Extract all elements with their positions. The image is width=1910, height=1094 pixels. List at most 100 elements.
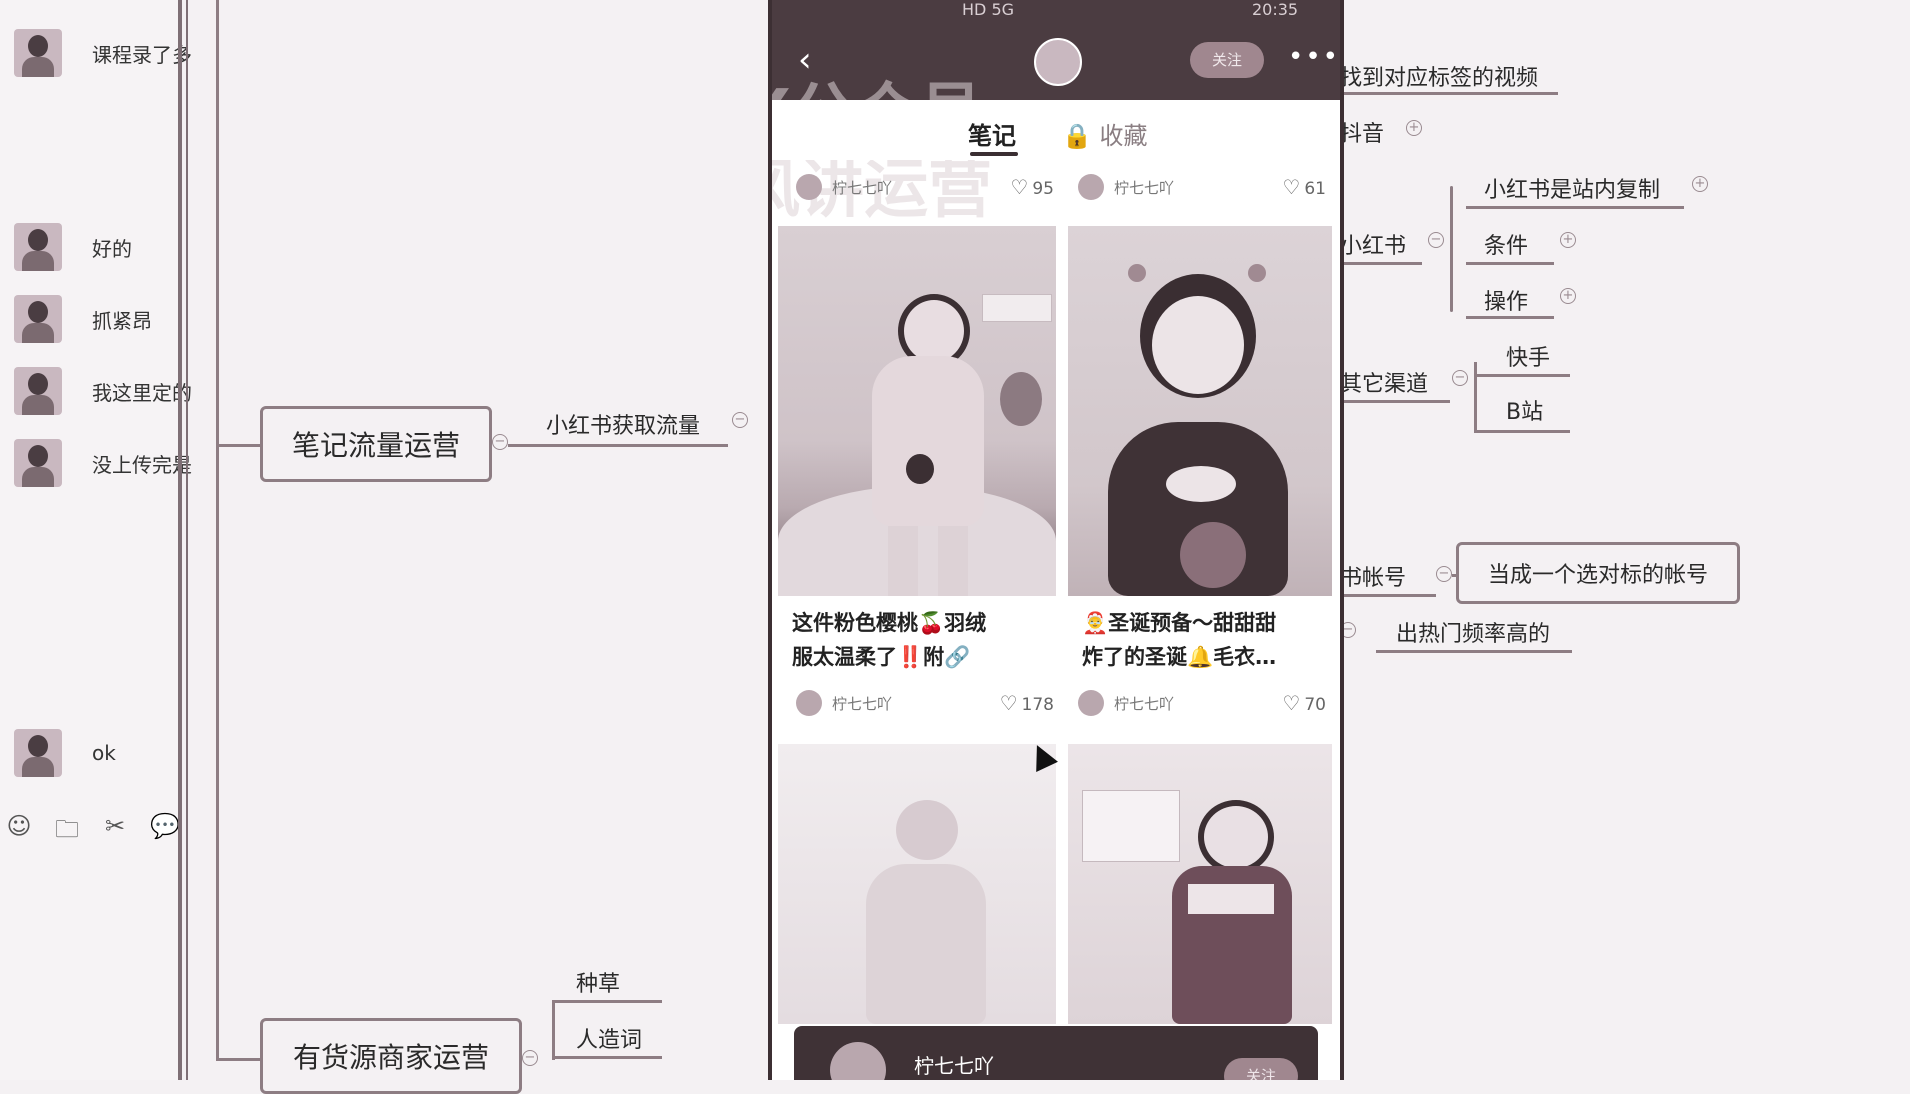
mindmap-connector	[552, 1056, 662, 1059]
mindmap-connector	[552, 1000, 662, 1003]
mindmap-connector	[216, 0, 219, 1060]
mindmap-node-bilibili[interactable]: B站	[1506, 394, 1543, 426]
follow-button[interactable]: 关注	[1224, 1058, 1298, 1080]
note-cover-image[interactable]	[1068, 226, 1332, 596]
collapse-icon[interactable]: −	[522, 1050, 538, 1066]
panel-divider[interactable]	[178, 0, 182, 1080]
expand-icon[interactable]: +	[1560, 232, 1576, 248]
collapse-icon[interactable]: −	[1436, 566, 1452, 582]
mindmap-node-coined-word[interactable]: 人造词	[576, 1022, 642, 1054]
mindmap-node-xhs-copy[interactable]: 小红书是站内复制	[1484, 172, 1660, 204]
like-count-value: 95	[1032, 179, 1054, 199]
expand-icon[interactable]: +	[1560, 288, 1576, 304]
note-title[interactable]: 这件粉色樱桃🍒羽绒 服太温柔了‼️附🔗	[792, 606, 1054, 674]
like-count[interactable]: ♡ 61	[1282, 175, 1326, 199]
avatar[interactable]	[14, 439, 62, 487]
avatar[interactable]	[14, 367, 62, 415]
avatar[interactable]	[14, 29, 62, 77]
scissors-icon[interactable]: ✂	[102, 812, 128, 853]
mindmap-node-note-traffic[interactable]: 笔记流量运营	[260, 406, 492, 482]
tab-favorites-label: 收藏	[1099, 122, 1148, 150]
tab-favorites[interactable]: 🔒 收藏	[1062, 116, 1148, 151]
mindmap-connector	[216, 1058, 260, 1061]
note-meta: 柠七七吖 ♡ 70	[1078, 690, 1326, 716]
chat-toolbar: ☺ 🗀 ✂ 💬	[6, 812, 180, 853]
mindmap-node-operation[interactable]: 操作	[1484, 284, 1528, 316]
avatar[interactable]	[796, 690, 822, 716]
tab-notes[interactable]: 笔记	[968, 116, 1016, 151]
expand-icon[interactable]: +	[1692, 176, 1708, 192]
mindmap-node-benchmark[interactable]: 当成一个选对标的帐号	[1456, 542, 1740, 604]
avatar[interactable]	[1078, 690, 1104, 716]
note-cover-image[interactable]	[778, 744, 1056, 1024]
chat-message-text: 好的	[92, 236, 132, 261]
avatar[interactable]	[1034, 38, 1082, 86]
mindmap-connector	[1474, 362, 1477, 432]
network-indicator: HD 5G	[962, 0, 1015, 19]
chat-message-text: 我这里定的	[92, 380, 192, 405]
avatar[interactable]	[796, 174, 822, 200]
folder-icon[interactable]: 🗀	[54, 812, 80, 853]
note-cover-image[interactable]	[1068, 744, 1332, 1024]
mindmap-node-condition[interactable]: 条件	[1484, 228, 1528, 260]
mindmap-node-xhs-traffic[interactable]: 小红书获取流量	[546, 408, 700, 440]
mindmap-connector	[1474, 374, 1570, 377]
note-title-line: 🤶圣诞预备～甜甜甜	[1082, 611, 1277, 635]
note-meta: 柠七七吖 ♡ 178	[796, 690, 1054, 716]
avatar[interactable]	[14, 729, 62, 777]
chat-message[interactable]: ok	[14, 728, 192, 778]
collapse-icon[interactable]: −	[1452, 370, 1468, 386]
author-name[interactable]: 柠七七吖	[1114, 177, 1174, 198]
follow-button[interactable]: 关注	[1190, 42, 1264, 78]
chat-message[interactable]: 我这里定的	[14, 366, 192, 416]
avatar[interactable]	[14, 295, 62, 343]
mindmap-connector	[1466, 316, 1554, 319]
chat-panel: 课程录了多 好的 抓紧昂 我这里定的 没上传完是 ok ☺ 🗀 ✂ 💬	[0, 0, 192, 1080]
note-title-line: 这件粉色樱桃🍒羽绒	[792, 611, 987, 635]
profile-name: 柠七七吖	[914, 1054, 994, 1078]
expand-icon[interactable]: +	[1406, 120, 1422, 136]
collapse-icon[interactable]: −	[492, 434, 508, 450]
mindmap-node-merchant[interactable]: 有货源商家运营	[260, 1018, 522, 1094]
like-count[interactable]: ♡ 70	[1282, 691, 1326, 715]
mindmap-node-hot-frequency[interactable]: 出热门频率高的	[1396, 616, 1550, 648]
mindmap-connector	[1340, 262, 1422, 265]
mindmap-connector	[1340, 594, 1436, 597]
note-cover-image[interactable]	[778, 226, 1056, 596]
chat-message[interactable]: 课程录了多	[14, 28, 192, 78]
phone-screen: HD 5G 20:35 ‹ 关注 ••• VX公众号 和风讲运营 笔记 🔒 收藏…	[768, 0, 1344, 1080]
chat-message[interactable]: 好的	[14, 222, 192, 272]
note-meta: 柠七七吖 ♡ 61	[1078, 174, 1326, 200]
avatar[interactable]	[14, 223, 62, 271]
mindmap-node-kuaishou[interactable]: 快手	[1506, 340, 1550, 372]
heart-icon: ♡	[999, 691, 1018, 715]
mindmap-connector	[1466, 206, 1684, 209]
mindmap-node-xhs[interactable]: 小红书	[1340, 228, 1406, 260]
avatar[interactable]	[1078, 174, 1104, 200]
mindmap-node-other-channels[interactable]: 其它渠道	[1340, 366, 1428, 398]
like-count[interactable]: ♡ 178	[1000, 691, 1054, 715]
author-name[interactable]: 柠七七吖	[832, 177, 892, 198]
note-title-line: 服太温柔了‼️附🔗	[792, 645, 971, 669]
emoji-icon[interactable]: ☺	[6, 812, 32, 853]
more-icon[interactable]: •••	[1288, 42, 1340, 72]
collapse-icon[interactable]: −	[732, 412, 748, 428]
mindmap-connector	[528, 444, 728, 447]
like-count[interactable]: ♡ 95	[1010, 175, 1054, 199]
chat-history-icon[interactable]: 💬	[150, 812, 180, 853]
mindmap-node-douyin[interactable]: 抖音	[1340, 116, 1384, 148]
mindmap-connector	[216, 444, 260, 447]
collapse-icon[interactable]: −	[1428, 232, 1444, 248]
like-count-value: 70	[1304, 695, 1326, 715]
chat-message[interactable]: 抓紧昂	[14, 294, 192, 344]
mindmap-node-seeding[interactable]: 种草	[576, 966, 620, 998]
avatar[interactable]	[830, 1042, 886, 1080]
author-name[interactable]: 柠七七吖	[1114, 693, 1174, 714]
profile-tabs: 笔记 🔒 收藏	[772, 100, 1340, 160]
chat-message[interactable]: 没上传完是	[14, 438, 192, 488]
mindmap-node-find-video[interactable]: 找到对应标签的视频	[1340, 60, 1538, 92]
mindmap-node-account[interactable]: 书帐号	[1340, 560, 1406, 592]
note-meta: 柠七七吖 ♡ 95	[796, 174, 1054, 200]
note-title[interactable]: 🤶圣诞预备～甜甜甜 炸了的圣诞🔔毛衣…	[1082, 606, 1332, 674]
author-name[interactable]: 柠七七吖	[832, 693, 892, 714]
